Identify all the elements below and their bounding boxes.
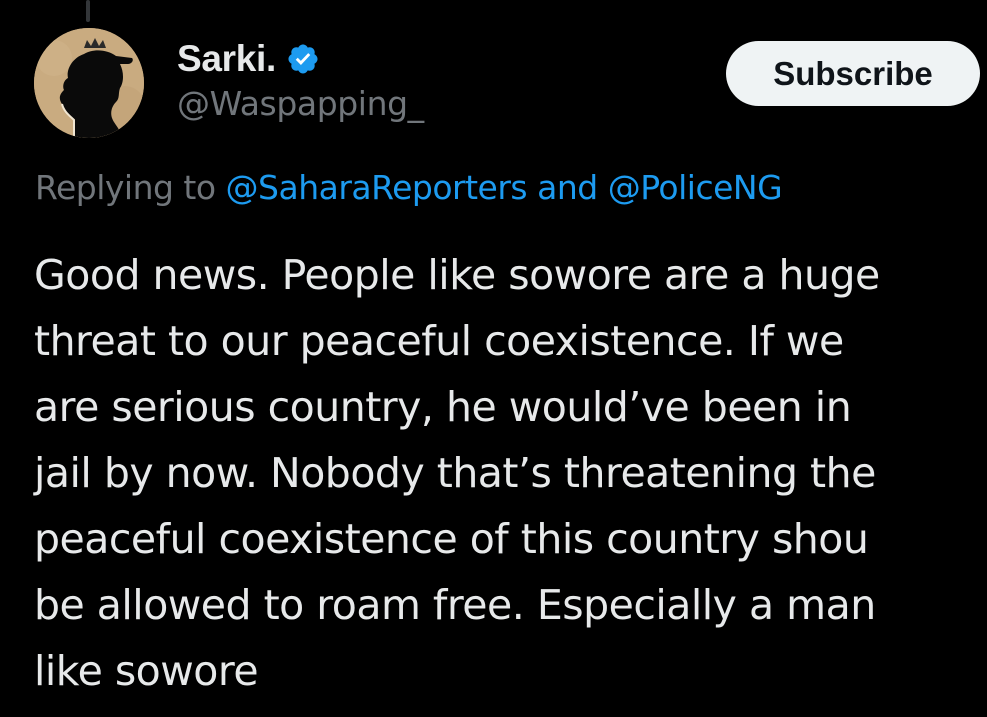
tweet-text-line: be allowed to roam free. Especially a ma… xyxy=(34,581,876,629)
tweet-text-line: jail by now. Nobody that’s threatening t… xyxy=(34,449,876,497)
mention-link-policeng[interactable]: @PoliceNG xyxy=(608,168,783,207)
thread-connector-line xyxy=(86,0,90,22)
tweet-text-line: peaceful coexistence of this country sho… xyxy=(34,515,869,563)
tweet-text-line: are serious country, he would’ve been in xyxy=(34,383,852,431)
silhouette-avatar-icon xyxy=(34,28,144,138)
mention-link-saharareporters[interactable]: @SaharaReporters xyxy=(226,168,528,207)
verified-badge-icon[interactable] xyxy=(286,42,320,76)
author-name-row: Sarki. xyxy=(177,36,320,82)
tweet-text-line: like sowore xyxy=(34,647,259,695)
tweet-view: Sarki. @Waspapping_ Subscribe Replying t… xyxy=(0,0,987,717)
reply-context-joiner: and xyxy=(537,168,598,207)
tweet-text-line: Good news. People like sowore are a huge xyxy=(34,251,880,299)
author-handle[interactable]: @Waspapping_ xyxy=(177,84,424,123)
author-display-name[interactable]: Sarki. xyxy=(177,38,276,80)
avatar[interactable] xyxy=(34,28,144,138)
subscribe-button[interactable]: Subscribe xyxy=(726,41,980,106)
tweet-body: Good news. People like sowore are a huge… xyxy=(34,242,987,704)
reply-context: Replying to @SaharaReporters and @Police… xyxy=(35,168,783,207)
reply-context-prefix: Replying to xyxy=(35,168,216,207)
tweet-text-line: threat to our peaceful coexistence. If w… xyxy=(34,317,844,365)
